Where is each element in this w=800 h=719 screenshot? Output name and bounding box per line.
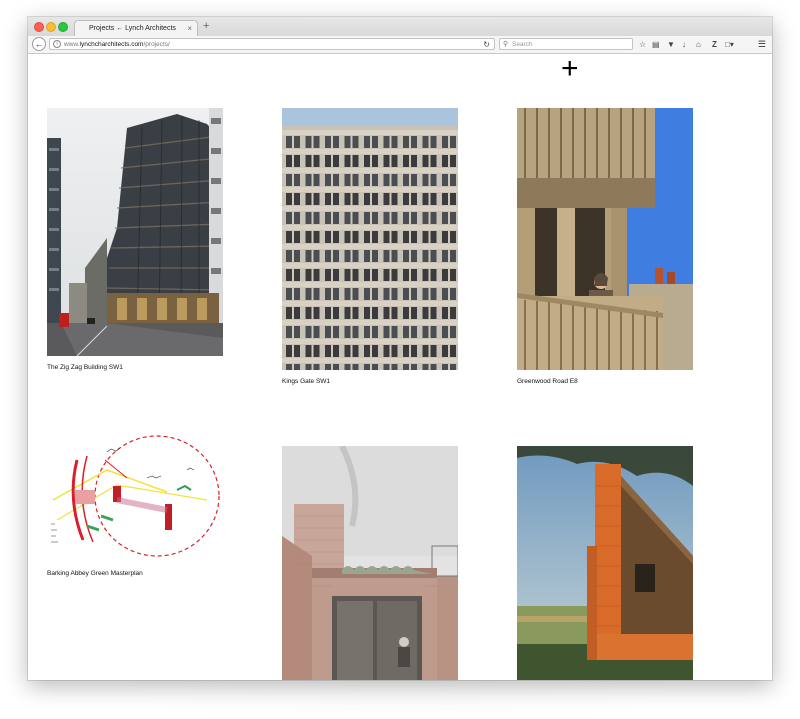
download-icon[interactable]: ↓ [682, 39, 686, 50]
project-thumbnail[interactable] [47, 430, 223, 562]
zotero-icon[interactable]: Z [712, 39, 717, 50]
minimize-window-icon[interactable] [46, 22, 56, 32]
project-card-6[interactable] [517, 446, 693, 680]
tab-strip: Projects ← Lynch Architects × + [28, 17, 772, 37]
project-thumbnail[interactable] [282, 446, 458, 680]
close-window-icon[interactable] [34, 22, 44, 32]
project-card-kings-gate[interactable]: Kings Gate SW1 [282, 108, 458, 385]
url-text: www.lynchcharchitects.com/projects/ [64, 41, 170, 48]
project-card-zig-zag[interactable]: The Zig Zag Building SW1 [47, 108, 223, 371]
address-bar[interactable]: i www.lynchcharchitects.com/projects/ ↻ [49, 38, 495, 50]
project-card-barking-abbey[interactable]: Barking Abbey Green Masterplan [47, 430, 223, 577]
tab-projects[interactable]: Projects ← Lynch Architects × [74, 20, 198, 36]
back-button[interactable]: ← [32, 37, 46, 51]
project-thumbnail[interactable] [282, 108, 458, 370]
tab-title: Projects ← Lynch Architects [89, 25, 176, 32]
hamburger-menu-icon[interactable]: ☰ [758, 39, 766, 50]
project-title[interactable]: Kings Gate SW1 [282, 378, 458, 385]
project-card-5[interactable] [282, 446, 458, 680]
home-icon[interactable]: ⌂ [696, 39, 701, 50]
project-thumbnail[interactable] [517, 446, 693, 680]
maximize-window-icon[interactable] [58, 22, 68, 32]
site-info-icon[interactable]: i [53, 40, 61, 48]
project-thumbnail[interactable] [517, 108, 693, 370]
browser-window: Projects ← Lynch Architects × + ← i www.… [28, 17, 772, 680]
search-icon: ⚲ [503, 41, 509, 48]
project-title[interactable]: Barking Abbey Green Masterplan [47, 570, 223, 577]
pocket-icon[interactable]: ▼ [667, 39, 675, 50]
search-input[interactable]: ⚲ Search [499, 38, 633, 50]
tab-close-icon[interactable]: × [187, 21, 192, 36]
site-logo[interactable]: + [561, 54, 579, 84]
project-card-greenwood-road[interactable]: Greenwood Road E8 [517, 108, 693, 385]
project-title[interactable]: The Zig Zag Building SW1 [47, 364, 223, 371]
reading-list-icon[interactable]: ▤ [652, 39, 660, 50]
new-tab-button[interactable]: + [203, 19, 209, 34]
project-thumbnail[interactable] [47, 108, 223, 356]
page-content: + The Zig Zag Building SW1 Kings Gate SW… [28, 54, 772, 680]
search-placeholder: Search [512, 41, 533, 48]
project-title[interactable]: Greenwood Road E8 [517, 378, 693, 385]
bookmark-star-icon[interactable]: ☆ [639, 39, 646, 50]
nav-bar: ← i www.lynchcharchitects.com/projects/ … [28, 36, 772, 54]
extension-icon[interactable]: □▾ [725, 39, 734, 50]
reload-icon[interactable]: ↻ [483, 39, 490, 50]
